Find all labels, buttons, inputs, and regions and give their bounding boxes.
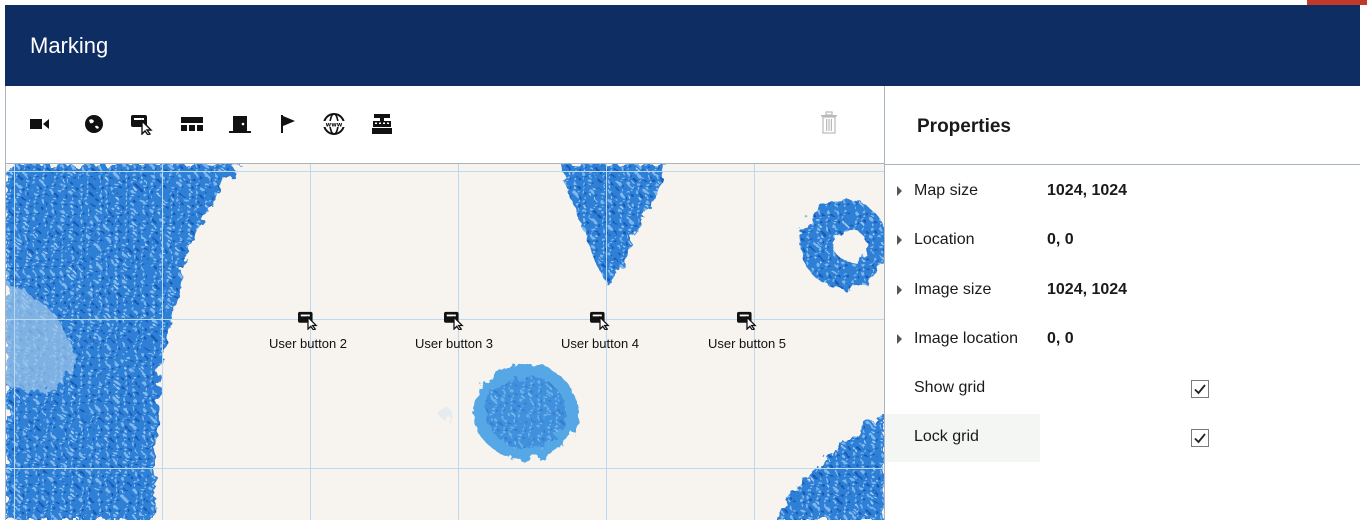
- user-button-icon: [444, 311, 464, 330]
- trash-icon[interactable]: [818, 111, 842, 137]
- globe-icon[interactable]: [82, 112, 106, 136]
- properties-panel: Properties Map size 1024, 1024 Location …: [885, 86, 1360, 520]
- expand-arrow-icon[interactable]: [897, 235, 902, 245]
- lock-grid-checkbox[interactable]: [1191, 429, 1209, 447]
- main-frame: www User button 2 User button 3 User but…: [5, 86, 1360, 520]
- toolbar: www: [6, 86, 884, 164]
- property-label: Lock grid: [914, 428, 979, 445]
- property-label: Show grid: [914, 379, 986, 396]
- expand-arrow-icon[interactable]: [897, 285, 902, 295]
- user-button-icon: [737, 311, 757, 330]
- door-icon[interactable]: [228, 112, 252, 136]
- www-icon[interactable]: www: [322, 112, 346, 136]
- property-show-grid: Show grid: [885, 365, 1360, 413]
- title-bar: Marking: [5, 5, 1360, 86]
- checkmark-icon: [1194, 384, 1206, 395]
- property-label: Location: [914, 231, 975, 248]
- keyboard-icon[interactable]: [180, 112, 204, 136]
- marker-user-button-2[interactable]: User button 2: [253, 310, 363, 351]
- marker-user-button-4[interactable]: User button 4: [545, 310, 655, 351]
- checkmark-icon: [1194, 433, 1206, 444]
- marker-label: User button 4: [560, 336, 640, 351]
- marker-user-button-5[interactable]: User button 5: [692, 310, 802, 351]
- svg-text:www: www: [326, 121, 343, 128]
- property-label: Map size: [914, 182, 979, 199]
- show-grid-checkbox[interactable]: [1191, 380, 1209, 398]
- user-button-icon: [298, 311, 318, 330]
- marker-label: User button 3: [414, 336, 494, 351]
- marker-user-button-3[interactable]: User button 3: [399, 310, 509, 351]
- property-value: 0, 0: [1047, 330, 1074, 347]
- property-location[interactable]: Location 0, 0: [885, 217, 1360, 265]
- properties-separator: [885, 164, 1360, 165]
- property-image-location[interactable]: Image location 0, 0: [885, 316, 1360, 364]
- property-lock-grid: Lock grid: [885, 414, 1360, 462]
- marker-label: User button 2: [268, 336, 348, 351]
- expand-arrow-icon[interactable]: [897, 186, 902, 196]
- app-window: Marking www User button 2 User button 3 …: [0, 0, 1367, 520]
- flag-icon[interactable]: [276, 112, 300, 136]
- property-map-size[interactable]: Map size 1024, 1024: [885, 168, 1360, 216]
- video-camera-icon[interactable]: [28, 112, 52, 136]
- property-value: 1024, 1024: [1047, 281, 1128, 298]
- property-value: 1024, 1024: [1047, 182, 1128, 199]
- cash-register-icon[interactable]: [370, 112, 394, 136]
- property-label: Image location: [914, 330, 1019, 347]
- property-label: Image size: [914, 281, 992, 298]
- marker-label: User button 5: [707, 336, 787, 351]
- window-title: Marking: [30, 33, 109, 58]
- property-image-size[interactable]: Image size 1024, 1024: [885, 267, 1360, 315]
- expand-arrow-icon[interactable]: [897, 334, 902, 344]
- property-value: 0, 0: [1047, 231, 1074, 248]
- map-canvas[interactable]: User button 2 User button 3 User button …: [6, 164, 884, 520]
- properties-title: Properties: [917, 116, 1011, 137]
- user-button-icon: [590, 311, 610, 330]
- user-button-icon[interactable]: [130, 112, 154, 136]
